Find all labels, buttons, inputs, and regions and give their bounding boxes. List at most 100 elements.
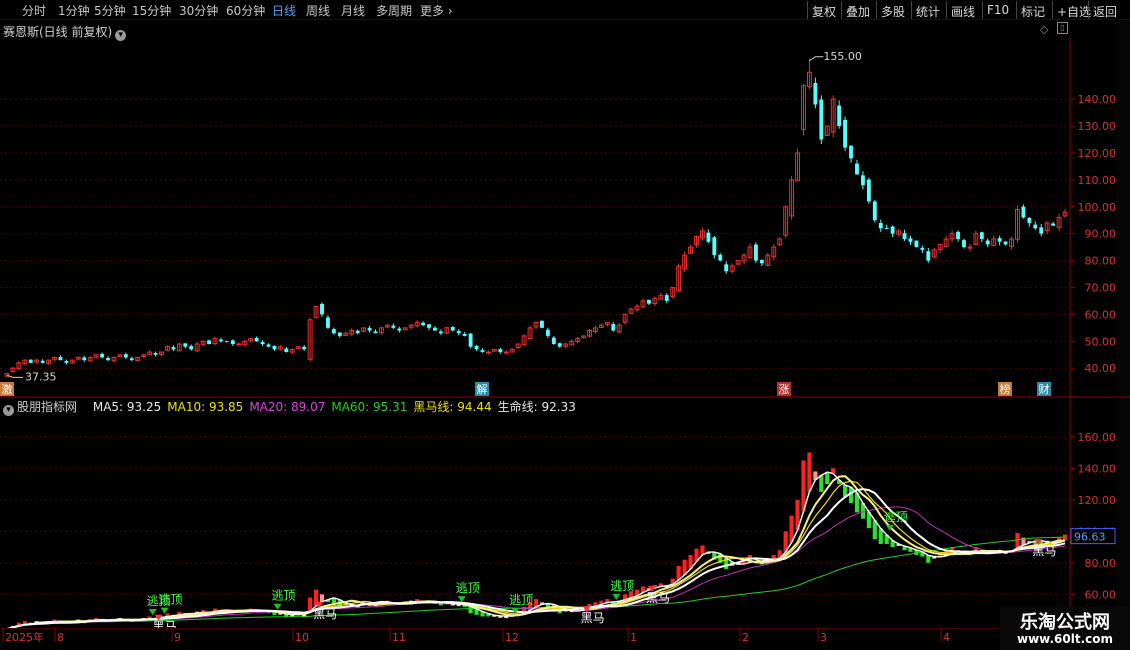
- candle: [540, 320, 544, 329]
- low-label: 37.35: [25, 370, 57, 383]
- toolbar-button[interactable]: 复权: [807, 1, 840, 19]
- candle-body: [914, 240, 919, 248]
- candle: [414, 320, 420, 328]
- candle-body: [391, 325, 396, 328]
- time-label: 9: [174, 631, 181, 644]
- signal-label: 逃顶: [456, 581, 480, 595]
- candle-body: [647, 300, 651, 304]
- candle-body: [706, 232, 711, 242]
- candle: [313, 305, 319, 319]
- candle: [587, 328, 592, 338]
- candle: [289, 348, 295, 355]
- candle: [159, 351, 164, 356]
- period-tab[interactable]: 1分钟: [58, 2, 90, 19]
- candle: [236, 342, 242, 346]
- candle: [914, 240, 919, 248]
- candle: [64, 359, 69, 365]
- signal-arrow: [160, 607, 169, 614]
- period-tab[interactable]: 日线: [272, 2, 296, 19]
- candle: [712, 236, 717, 259]
- candle: [890, 225, 895, 238]
- candle-body: [82, 357, 87, 361]
- candle-body: [129, 358, 134, 361]
- candle: [855, 159, 859, 175]
- event-marker[interactable]: 榜: [998, 382, 1012, 396]
- toolbar-button[interactable]: 返回: [1088, 1, 1121, 19]
- y-tick-label: 90.00: [1085, 228, 1117, 241]
- candle: [284, 346, 289, 353]
- period-tab[interactable]: 60分钟: [226, 2, 265, 19]
- candle: [10, 366, 16, 373]
- period-tab[interactable]: 分时: [22, 2, 46, 19]
- candle: [676, 263, 682, 293]
- period-toolbar: 分时 1分钟 5分钟 15分钟 30分钟 60分钟 日线 周线 月线 多周期 更多 › 复权 叠加 多股统…: [0, 0, 1130, 20]
- period-tab[interactable]: 5分钟: [94, 2, 126, 19]
- candle-body: [183, 343, 188, 347]
- candle: [254, 336, 259, 342]
- candle: [824, 125, 830, 137]
- price-chart[interactable]: 140.00 130.00 120.00 110.00 100.00 90.00 80.00…: [0, 38, 1130, 398]
- period-tab[interactable]: 15分钟: [132, 2, 171, 19]
- toolbar-button[interactable]: F10: [982, 1, 1013, 19]
- candle-body: [551, 337, 556, 344]
- candle-body: [450, 326, 455, 331]
- toolbar-button[interactable]: 多股: [876, 1, 909, 19]
- candle: [1027, 217, 1032, 227]
- candle: [670, 286, 676, 299]
- candle: [349, 328, 355, 337]
- candle: [427, 324, 431, 331]
- candle-body: [337, 332, 342, 336]
- period-tab[interactable]: 月线: [341, 2, 365, 19]
- candle: [557, 342, 562, 349]
- candle: [837, 100, 842, 129]
- candle: [444, 326, 450, 335]
- candle: [1033, 221, 1038, 230]
- candle-body: [236, 343, 242, 346]
- y-tick-label: 70.00: [1085, 281, 1117, 294]
- candle: [777, 237, 783, 246]
- toolbar-button[interactable]: 标记: [1016, 1, 1049, 19]
- candle: [664, 293, 669, 304]
- event-marker[interactable]: 解: [475, 382, 489, 396]
- candle: [747, 243, 753, 259]
- stock-title-text: 赛恩斯(日线 前复权): [3, 25, 113, 39]
- candle: [902, 229, 907, 241]
- signal-label: 黑马: [313, 607, 337, 621]
- time-label: 2025年: [5, 630, 44, 644]
- time-label: 8: [57, 631, 64, 644]
- period-tab[interactable]: 多周期: [376, 2, 412, 19]
- watermark-title: 乐淘公式网: [1020, 612, 1110, 633]
- candle: [331, 327, 336, 335]
- candle-body: [967, 246, 973, 249]
- candle: [1044, 221, 1050, 234]
- candle: [219, 337, 223, 343]
- period-tab[interactable]: 周线: [306, 2, 330, 19]
- indicator-bar: [807, 452, 812, 492]
- candle-body: [872, 201, 877, 221]
- panel-toggle-icon[interactable]: ▯: [1057, 22, 1068, 34]
- diamond-icon[interactable]: ◇: [1040, 23, 1048, 36]
- event-marker[interactable]: 财: [1037, 382, 1051, 396]
- toolbar-button[interactable]: 统计: [911, 1, 944, 19]
- candle-body: [759, 259, 764, 264]
- candle: [153, 351, 158, 357]
- period-tab[interactable]: 30分钟: [179, 2, 218, 19]
- candle: [634, 303, 640, 313]
- toolbar-button[interactable]: 叠加: [841, 1, 874, 19]
- period-tab[interactable]: 更多 ›: [420, 2, 453, 19]
- event-marker[interactable]: 激: [0, 382, 14, 396]
- y-tick-label: 120.00: [1078, 494, 1117, 507]
- candle: [462, 332, 467, 337]
- candle: [355, 329, 360, 335]
- candle-body: [480, 350, 485, 353]
- candle: [979, 231, 984, 243]
- candle-body: [302, 346, 307, 350]
- event-marker[interactable]: 涨: [777, 382, 791, 396]
- candle-body: [884, 228, 889, 230]
- candle-body: [843, 119, 848, 148]
- candle-body: [230, 340, 235, 344]
- indicator-chart[interactable]: 160.00140.00120.00100.0080.0060.00逃顶逃顶黑马…: [0, 398, 1130, 628]
- toolbar-button[interactable]: 画线: [946, 1, 979, 19]
- candle-body: [754, 244, 758, 261]
- candle: [896, 228, 902, 237]
